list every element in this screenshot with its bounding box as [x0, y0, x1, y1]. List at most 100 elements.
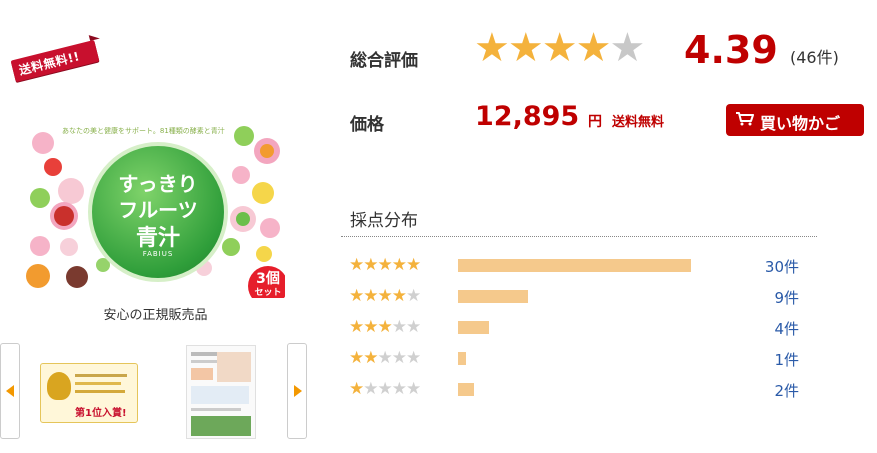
fruit-decoration — [54, 206, 74, 226]
distribution-count-link[interactable]: 9件 — [774, 287, 799, 308]
award-text-line — [75, 374, 127, 377]
fruit-decoration — [222, 238, 240, 256]
add-to-cart-label: 買い物かご — [760, 114, 841, 133]
score-distribution-title: 採点分布 — [350, 211, 418, 231]
thumbnail-prev-button[interactable] — [0, 343, 20, 439]
star-filled-icon: ★ — [363, 255, 378, 275]
product-brand: FABIUS — [142, 250, 174, 258]
product-tagline: あなたの美と健康をサポート。81種類の酵素と青汁 — [62, 127, 225, 135]
star-filled-icon: ★ — [575, 25, 612, 71]
row-star-rating: ★★★★★ — [349, 378, 421, 400]
distribution-count-link[interactable]: 2件 — [774, 380, 799, 401]
star-empty-icon: ★ — [609, 25, 645, 71]
row-star-rating: ★★★★★ — [349, 316, 421, 338]
star-filled-icon: ★ — [349, 286, 364, 306]
award-text-line — [75, 382, 121, 385]
star-filled-icon: ★ — [507, 25, 544, 71]
distribution-bar — [458, 352, 466, 365]
award-card: 第1位入賞! — [40, 363, 138, 423]
rating-stars: ★★★★★ — [474, 25, 645, 71]
product-logo-circle: すっきり フルーツ 青汁 FABIUS — [88, 142, 228, 282]
distribution-row-4-stars[interactable]: ★★★★★ 9件 — [349, 285, 809, 309]
review-count-link[interactable]: (46件) — [790, 44, 839, 68]
distribution-count-link[interactable]: 1件 — [774, 349, 799, 370]
fruit-decoration — [236, 212, 250, 226]
star-empty-icon: ★ — [391, 348, 407, 368]
star-empty-icon: ★ — [406, 379, 421, 399]
fruit-decoration — [32, 132, 54, 154]
price-amount: 12,895 — [475, 101, 580, 132]
star-filled-icon: ★ — [349, 255, 364, 275]
fruit-decoration — [260, 144, 274, 158]
product-title-line-2: フルーツ — [118, 198, 198, 222]
free-shipping-ribbon: 送料無料!! — [9, 32, 101, 88]
star-filled-icon: ★ — [391, 286, 407, 306]
star-empty-icon: ★ — [406, 286, 421, 306]
product-main-image[interactable]: あなたの美と健康をサポート。81種類の酵素と青汁 すっきり フルーツ 青汁 FA… — [26, 118, 285, 298]
rating-score: 4.39 — [684, 28, 778, 72]
sheet-block — [191, 368, 213, 380]
star-filled-icon: ★ — [474, 25, 510, 71]
distribution-bar — [458, 383, 474, 396]
distribution-row-2-stars[interactable]: ★★★★★ 1件 — [349, 347, 809, 371]
product-caption: 安心の正規販売品 — [103, 308, 208, 323]
award-text-line — [75, 390, 125, 393]
cart-icon — [736, 112, 754, 126]
caret-left-icon — [6, 385, 14, 397]
distribution-row-3-stars[interactable]: ★★★★★ 4件 — [349, 316, 809, 340]
distribution-count-link[interactable]: 30件 — [765, 256, 799, 277]
fruit-decoration — [232, 166, 250, 184]
distribution-bar — [458, 259, 691, 272]
thumbnail-usage[interactable] — [180, 343, 260, 439]
sheet-block — [191, 386, 249, 404]
distribution-row-5-stars[interactable]: ★★★★★ 30件 — [349, 254, 809, 278]
sheet-block — [191, 408, 241, 411]
set-count-unit: セット — [254, 288, 282, 298]
star-filled-icon: ★ — [406, 255, 421, 275]
fruit-decoration — [256, 246, 272, 262]
row-star-rating: ★★★★★ — [349, 347, 421, 369]
fruit-decoration — [60, 238, 78, 256]
star-empty-icon: ★ — [391, 379, 407, 399]
distribution-bar — [458, 290, 528, 303]
distribution-count-link[interactable]: 4件 — [774, 318, 799, 339]
distribution-bar — [458, 321, 489, 334]
row-star-rating: ★★★★★ — [349, 254, 421, 276]
star-filled-icon: ★ — [377, 317, 393, 337]
star-filled-icon: ★ — [349, 348, 364, 368]
star-filled-icon: ★ — [363, 317, 378, 337]
fruit-decoration — [252, 182, 274, 204]
star-empty-icon: ★ — [377, 379, 393, 399]
fruit-decoration — [30, 188, 50, 208]
caret-right-icon — [294, 385, 302, 397]
row-star-rating: ★★★★★ — [349, 285, 421, 307]
star-filled-icon: ★ — [363, 348, 378, 368]
fruit-decoration — [58, 178, 84, 204]
sheet-block — [191, 416, 251, 436]
star-empty-icon: ★ — [363, 379, 378, 399]
price-currency: 円 — [588, 114, 602, 130]
award-rank-text: 第1位入賞! — [75, 408, 127, 419]
set-count-badge: 3個 セット — [248, 266, 285, 298]
fruit-decoration — [234, 126, 254, 146]
free-shipping-label: 送料無料 — [612, 115, 665, 130]
star-filled-icon: ★ — [349, 379, 364, 399]
star-empty-icon: ★ — [377, 348, 393, 368]
fruit-decoration — [30, 236, 50, 256]
product-title-line-3: 青汁 — [135, 226, 180, 251]
thumbnail-next-button[interactable] — [287, 343, 307, 439]
product-title-line-1: すっきり — [118, 172, 198, 196]
star-filled-icon: ★ — [377, 255, 393, 275]
set-count-number: 3個 — [256, 271, 280, 287]
star-empty-icon: ★ — [391, 317, 407, 337]
thumbnail-award[interactable]: 第1位入賞! — [38, 343, 138, 439]
fruit-decoration — [66, 266, 88, 288]
star-filled-icon: ★ — [541, 25, 578, 71]
distribution-row-1-stars[interactable]: ★★★★★ 2件 — [349, 378, 809, 402]
usage-sheet — [186, 345, 256, 439]
fruit-decoration — [260, 218, 280, 238]
add-to-cart-button[interactable]: 買い物かご — [726, 104, 864, 136]
fruit-decoration — [44, 158, 62, 176]
rating-label: 総合評価 — [350, 51, 418, 71]
star-empty-icon: ★ — [406, 317, 421, 337]
